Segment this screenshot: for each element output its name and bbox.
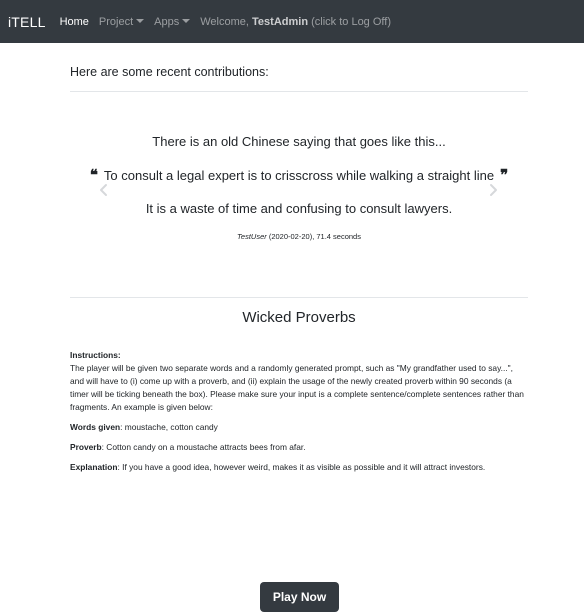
words-value: : moustache, cotton candy — [120, 422, 218, 432]
close-quote-icon: ❞ — [500, 166, 509, 184]
explanation-value: : If you have a good idea, however weird… — [117, 462, 486, 472]
proverb-value: : Cotton candy on a moustache attracts b… — [101, 442, 306, 452]
nav-apps-dropdown[interactable]: Apps — [154, 15, 191, 28]
words-label: Words given — [70, 422, 121, 432]
quote-explanation: It is a waste of time and confusing to c… — [145, 201, 453, 216]
nav-home[interactable]: Home — [60, 16, 89, 28]
instructions-text: The player will be given two separate wo… — [70, 363, 524, 412]
divider — [70, 297, 528, 298]
game-title: Wicked Proverbs — [242, 309, 356, 326]
nav-project-label: Project — [98, 15, 134, 28]
quote-intro: There is an old Chinese saying that goes… — [152, 134, 446, 149]
quote-proverb: ❝ To consult a legal expert is to crisscr… — [70, 166, 528, 184]
top-navbar: iTELL Home Project Apps Welcome, TestAdm… — [0, 0, 584, 43]
chevron-right-icon[interactable] — [486, 182, 500, 198]
chevron-left-icon[interactable] — [97, 182, 111, 198]
quote-attribution: TestUser (2020-02-20), 71.4 seconds — [70, 232, 528, 241]
explanation-label: Explanation — [70, 462, 118, 472]
caret-down-icon — [136, 18, 145, 23]
quote-author: TestUser — [237, 232, 267, 241]
logoff-link[interactable]: Welcome, TestAdmin (click to Log Off) — [200, 16, 391, 28]
game-instructions: Instructions: The player will be given t… — [70, 349, 528, 481]
contributions-carousel: There is an old Chinese saying that goes… — [70, 120, 528, 260]
brand-logo[interactable]: iTELL — [8, 14, 46, 30]
quote-proverb-text: To consult a legal expert is to crisscro… — [103, 168, 495, 183]
welcome-prefix: Welcome, — [200, 15, 249, 28]
nav-apps-label: Apps — [154, 15, 180, 28]
username: TestAdmin — [252, 15, 309, 28]
quote-meta: (2020-02-20), 71.4 seconds — [268, 232, 361, 241]
play-now-button[interactable]: Play Now — [260, 582, 339, 612]
nav-project-dropdown[interactable]: Project — [98, 15, 145, 28]
divider — [70, 91, 528, 92]
proverb-label: Proverb — [70, 442, 102, 452]
logoff-text: (click to Log Off) — [311, 15, 391, 28]
caret-down-icon — [182, 18, 191, 23]
instructions-label: Instructions: — [70, 350, 121, 360]
contributions-heading: Here are some recent contributions: — [70, 65, 269, 79]
